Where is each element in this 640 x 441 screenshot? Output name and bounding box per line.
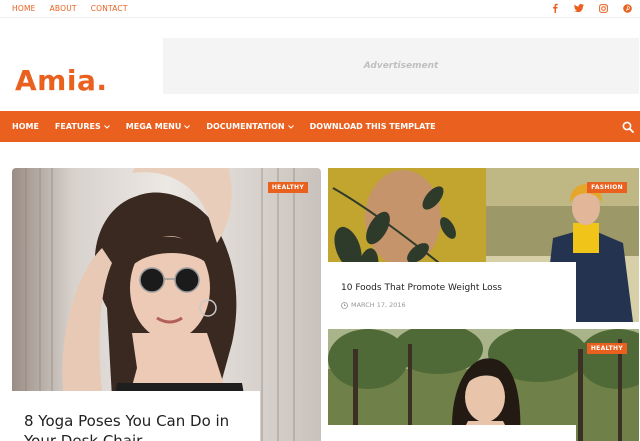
nav-item-download-template[interactable]: DOWNLOAD THIS TEMPLATE [310,122,436,131]
category-badge[interactable]: FASHION [587,182,627,193]
nav-item-label: FEATURES [54,122,101,131]
featured-post-main[interactable]: HEALTHY 8 Yoga Poses You Can Do in Your … [12,168,321,441]
twitter-icon[interactable] [574,3,584,13]
post-caption [328,425,576,441]
category-badge[interactable]: HEALTHY [267,182,308,193]
clock-icon [341,301,348,309]
main-nav: HOME FEATURES MEGA MENU DOCUMENTATION DO… [0,111,640,142]
post-date: MARCH 17, 2016 [351,301,406,309]
chevron-down-icon [184,124,191,129]
top-link-about[interactable]: ABOUT [50,4,77,13]
post-title[interactable]: 10 Foods That Promote Weight Loss [341,282,563,294]
chevron-down-icon [287,124,294,129]
nav-item-documentation[interactable]: DOCUMENTATION [206,122,294,131]
post-caption: 8 Yoga Poses You Can Do in Your Desk Cha… [12,391,260,441]
top-bar: HOME ABOUT CONTACT [0,0,640,18]
category-badge[interactable]: HEALTHY [586,343,627,354]
top-link-contact[interactable]: CONTACT [91,4,128,13]
advertisement-banner[interactable]: Advertisement [163,38,639,94]
site-logo[interactable]: Amia. [15,64,107,97]
chevron-down-icon [103,124,110,129]
instagram-icon[interactable] [598,3,608,13]
nav-item-label: HOME [12,122,39,131]
nav-item-label: MEGA MENU [125,122,182,131]
pinterest-icon[interactable] [622,3,632,13]
post-caption: 10 Foods That Promote Weight Loss MARCH … [328,262,576,322]
site-header: Amia. Advertisement [0,18,640,111]
nav-item-label: DOWNLOAD THIS TEMPLATE [309,122,436,131]
ad-label: Advertisement [363,61,439,71]
featured-post-side-1[interactable]: FASHION 10 Foods That Promote Weight Los… [328,168,639,322]
nav-item-features[interactable]: FEATURES [55,122,110,131]
featured-post-side-2[interactable]: HEALTHY [328,329,639,441]
nav-item-mega-menu[interactable]: MEGA MENU [126,122,191,131]
social-links [550,3,632,13]
post-meta: MARCH 17, 2016 [341,301,563,309]
nav-item-home[interactable]: HOME [12,122,39,131]
top-link-home[interactable]: HOME [12,4,36,13]
post-title[interactable]: 8 Yoga Poses You Can Do in Your Desk Cha… [24,411,248,441]
top-links: HOME ABOUT CONTACT [12,4,128,13]
facebook-icon[interactable] [550,3,560,13]
search-icon[interactable] [622,121,634,133]
nav-item-label: DOCUMENTATION [206,122,285,131]
